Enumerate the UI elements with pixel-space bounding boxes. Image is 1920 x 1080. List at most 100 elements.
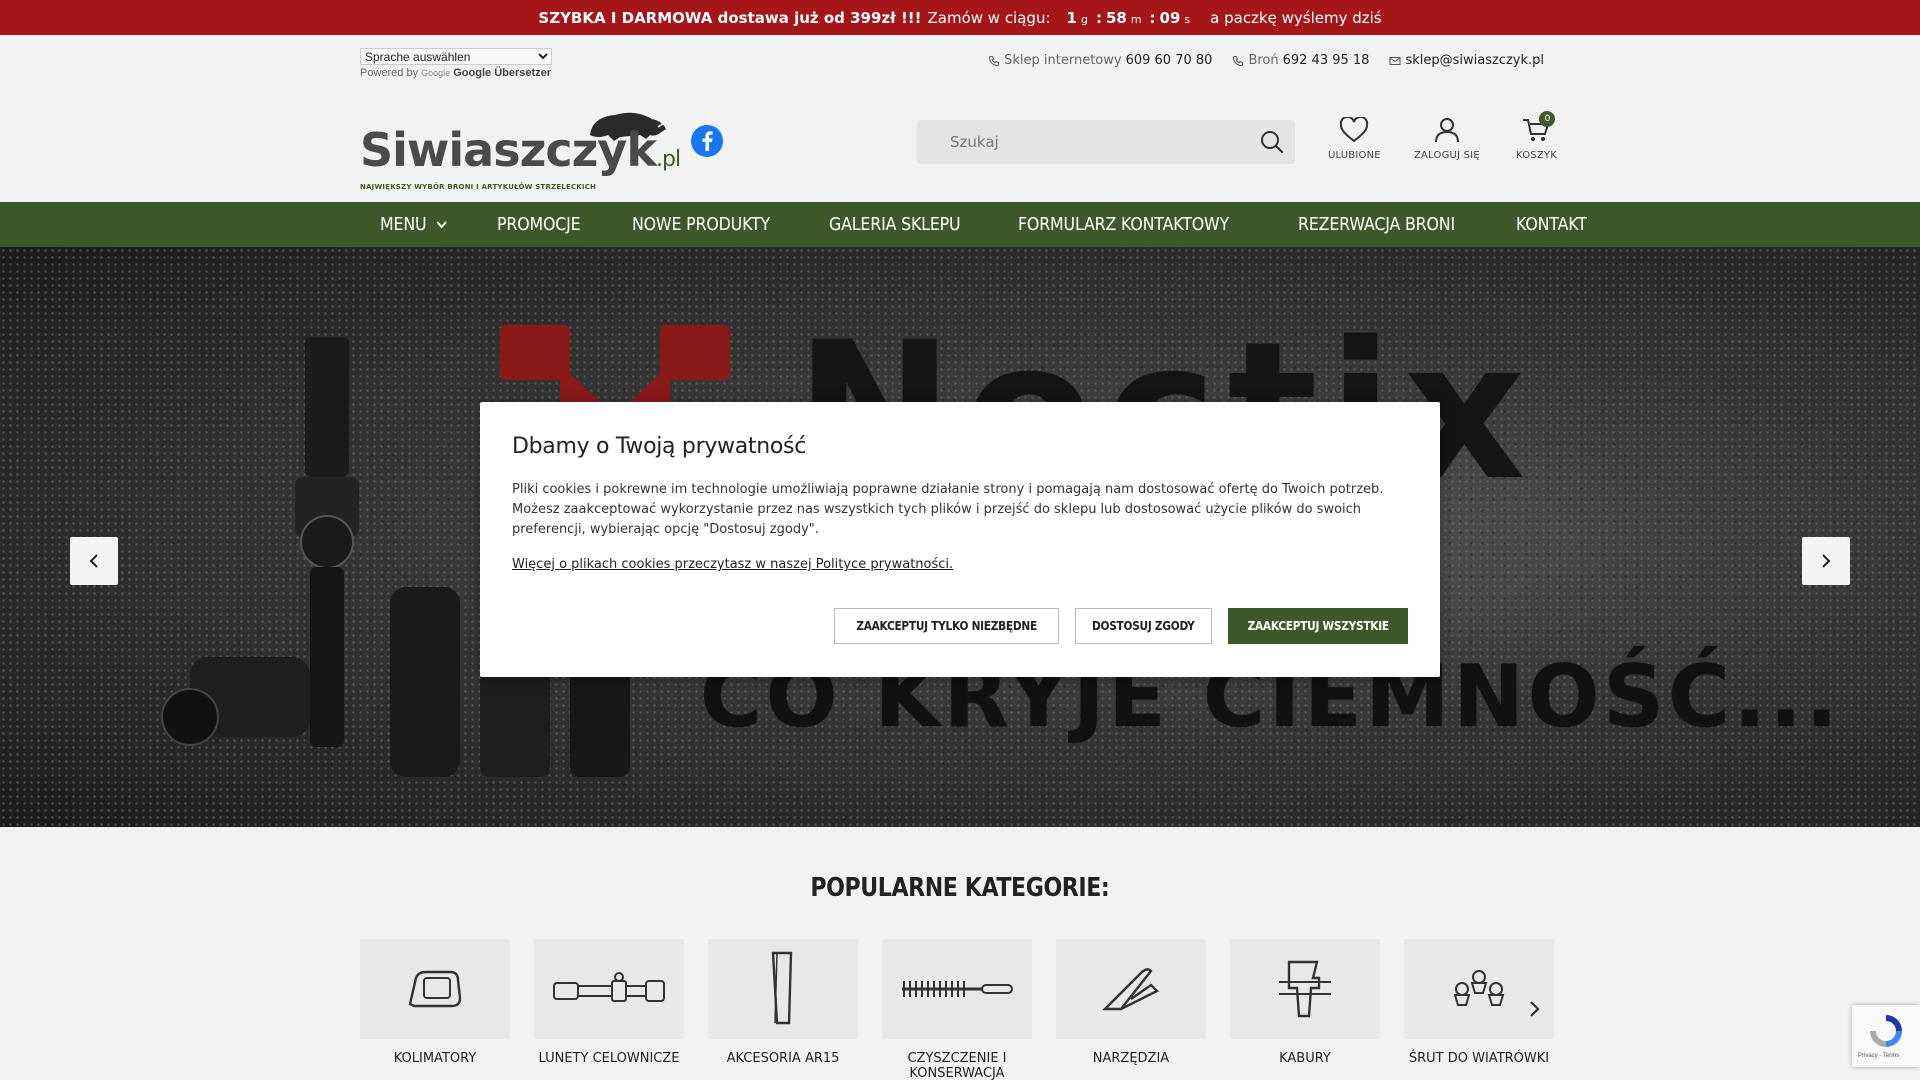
modal-body: Pliki cookies i pokrewne im technologie … <box>512 482 1384 537</box>
countdown-hours: 1 <box>1066 8 1077 27</box>
recaptcha-badge[interactable]: Privacy - Terms <box>1852 1005 1920 1067</box>
countdown-seconds: 09 <box>1159 8 1181 27</box>
google-translate-widget: Sprache auswählen Powered by Google Goog… <box>360 46 552 79</box>
category-tile[interactable]: NARZĘDZIA <box>1056 939 1206 1066</box>
category-name: AKCESORIA AR15 <box>726 1051 840 1066</box>
accept-necessary-button[interactable]: ZAAKCEPTUJ TYLKO NIEZBĘDNE <box>833 608 1059 644</box>
user-icon <box>1434 118 1459 143</box>
category-name: KABURY <box>1279 1051 1331 1066</box>
cart-count-badge: 0 <box>1539 111 1556 127</box>
nav-item-promotions[interactable]: PROMOCJE <box>497 214 581 235</box>
cart-label: KOSZYK <box>1516 150 1557 161</box>
promo-bar: SZYBKA I DARMOWA dostawa już od 399zł !!… <box>0 0 1920 35</box>
search-icon[interactable] <box>1259 129 1285 155</box>
section-title: POPULARNE KATEGORIE: <box>0 873 1920 903</box>
translator-name[interactable]: Google Übersetzer <box>453 67 551 79</box>
nav-item-gun-reservation[interactable]: REZERWACJA BRONI <box>1298 214 1455 235</box>
guns-phone-contact[interactable]: Broń 692 43 95 18 <box>1232 53 1369 68</box>
countdown-timer: 1g: 58 m: 09 s <box>1066 8 1191 27</box>
nav-label: FORMULARZ KONTAKTOWY <box>1017 214 1229 235</box>
categories-carousel: KOLIMATORY LUNETY CELOWNICZE AKCESORIA A… <box>360 939 1556 1080</box>
translate-powered-by: Powered by Google Google Übersetzer <box>360 67 552 79</box>
nav-item-gallery[interactable]: GALERIA SKLEPU <box>828 214 961 235</box>
email-contact[interactable]: sklep@siwiaszczyk.pl <box>1389 53 1544 68</box>
nav-label: REZERWACJA BRONI <box>1297 214 1455 235</box>
countdown-minutes-unit: m <box>1130 12 1142 26</box>
magazine-icon <box>771 951 793 1025</box>
countdown-seconds-unit: s <box>1184 12 1191 26</box>
category-tile[interactable]: KABURY <box>1230 939 1380 1066</box>
heart-icon <box>1340 115 1369 143</box>
nav-label: GALERIA SKLEPU <box>828 214 961 235</box>
search-input[interactable] <box>917 120 1247 164</box>
category-tile[interactable]: KOLIMATORY <box>360 939 510 1066</box>
recaptcha-links[interactable]: Privacy - Terms <box>1858 1053 1899 1059</box>
red-dot-sight-icon <box>408 970 462 1008</box>
logo-name: Siwiaszczyk <box>360 123 657 177</box>
logo-wordmark: Siwiaszczyk.pl <box>360 127 681 173</box>
privacy-policy-link[interactable]: Więcej o plikach cookies przeczytasz w n… <box>512 557 953 572</box>
recaptcha-icon <box>1870 1015 1902 1047</box>
category-name: ŚRUT DO WIATRÓWKI <box>1408 1051 1550 1066</box>
category-tile[interactable]: LUNETY CELOWNICZE <box>534 939 684 1066</box>
accept-all-button[interactable]: ZAAKCEPTUJ WSZYSTKIE <box>1227 608 1408 644</box>
nav-label: NOWE PRODUKTY <box>631 214 770 235</box>
cleaning-brush-icon <box>902 981 1013 997</box>
chevron-left-icon <box>89 554 98 568</box>
favorites-label: ULUBIONE <box>1328 150 1381 161</box>
contact-info: Sklep internetowy 609 60 70 80 Broń 692 … <box>988 53 1544 68</box>
chevron-right-icon <box>1530 1001 1540 1017</box>
nav-label: PROMOCJE <box>496 214 581 235</box>
login-button[interactable]: ZALOGUJ SIĘ <box>1414 117 1480 161</box>
category-image <box>534 939 684 1039</box>
category-tile[interactable]: AKCESORIA AR15 <box>708 939 858 1066</box>
facebook-icon[interactable] <box>690 124 724 158</box>
cart-button[interactable]: 0 KOSZYK <box>1516 111 1557 161</box>
pellets-icon <box>1453 970 1505 1006</box>
nav-item-new-products[interactable]: NOWE PRODUKTY <box>632 214 770 235</box>
email-address: sklep@siwiaszczyk.pl <box>1405 53 1544 68</box>
search-bar <box>917 120 1295 164</box>
nav-item-menu[interactable]: MENU <box>380 214 448 235</box>
customize-consent-button[interactable]: DOSTOSUJ ZGODY <box>1074 608 1212 644</box>
category-name: LUNETY CELOWNICZE <box>538 1051 680 1066</box>
accept-all-label: ZAAKCEPTUJ WSZYSTKIE <box>1247 619 1389 633</box>
chevron-down-icon <box>436 220 447 228</box>
promo-order-within: Zamów w ciągu: <box>927 8 1051 27</box>
cart-icon-wrap: 0 <box>1521 111 1556 146</box>
category-name: KOLIMATORY <box>393 1051 477 1066</box>
phone-icon <box>989 55 1000 66</box>
favorites-button[interactable]: ULUBIONE <box>1328 115 1381 161</box>
nav-item-contact-form[interactable]: FORMULARZ KONTAKTOWY <box>1018 214 1229 235</box>
powered-by-text: Powered by <box>360 67 419 79</box>
category-name: CZYSZCZENIE I KONSERWACJA <box>907 1051 1007 1080</box>
language-select[interactable]: Sprache auswählen <box>360 48 552 65</box>
utility-bar: Sprache auswählen Powered by Google Goog… <box>0 35 1920 89</box>
customize-consent-label: DOSTOSUJ ZGODY <box>1091 619 1195 633</box>
slider-next-button[interactable] <box>1802 537 1850 585</box>
nav-label: MENU <box>380 214 427 235</box>
category-tile[interactable]: CZYSZCZENIE I KONSERWACJA <box>882 939 1032 1080</box>
guns-phone-label: Broń <box>1248 53 1279 68</box>
popular-categories-section: POPULARNE KATEGORIE: KOLIMATORY LUNETY C… <box>0 827 1920 1080</box>
multitool-icon <box>1102 968 1160 1011</box>
shop-phone-label: Sklep internetowy <box>1004 53 1122 68</box>
promo-tail: a paczkę wyślemy dziś <box>1210 8 1382 27</box>
category-image <box>882 939 1032 1039</box>
shop-phone-contact[interactable]: Sklep internetowy 609 60 70 80 <box>988 53 1212 68</box>
nav-item-contact[interactable]: KONTAKT <box>1516 214 1587 235</box>
section-title-text: POPULARNE KATEGORIE: <box>810 873 1110 903</box>
promo-headline: SZYBKA I DARMOWA dostawa już od 399zł !!… <box>538 8 922 27</box>
login-label: ZALOGUJ SIĘ <box>1414 150 1480 161</box>
site-header: Siwiaszczyk.pl NAJWIĘKSZY WYBÓR BRONI I … <box>0 89 1920 202</box>
rifle-scope-icon <box>553 972 665 1002</box>
slider-prev-button[interactable] <box>70 537 118 585</box>
google-logo-text: Google <box>421 68 451 78</box>
category-image <box>360 939 510 1039</box>
category-name: NARZĘDZIA <box>1092 1051 1170 1066</box>
site-logo[interactable]: Siwiaszczyk.pl NAJWIĘKSZY WYBÓR BRONI I … <box>360 105 681 191</box>
modal-title: Dbamy o Twoją prywatność <box>512 434 807 459</box>
mail-icon <box>1389 56 1401 65</box>
categories-next-button[interactable] <box>1512 985 1556 1033</box>
nav-label: KONTAKT <box>1516 214 1587 235</box>
